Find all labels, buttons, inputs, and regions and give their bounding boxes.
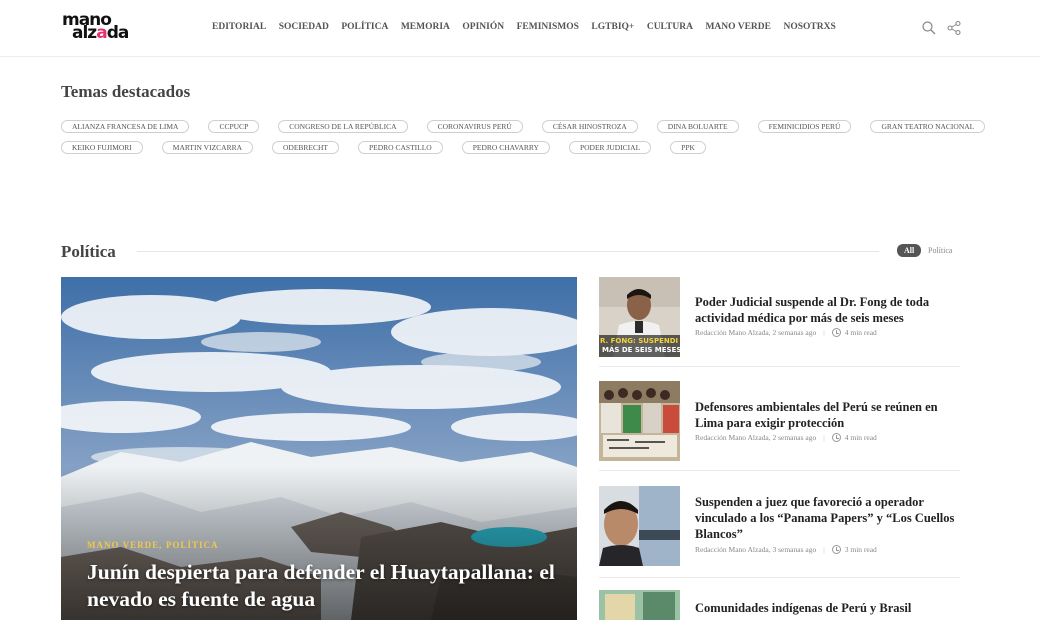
tag-cesar-hinostroza[interactable]: CÉSAR HINOSTROZA <box>541 120 638 133</box>
article-item[interactable]: R. FONG: SUSPENDI MÁS DE SEIS MESES Pode… <box>599 277 960 367</box>
share-icon[interactable] <box>946 20 962 36</box>
thumbnail-caption-line-1: R. FONG: SUSPENDI <box>600 337 679 345</box>
tag-keiko-fujimori[interactable]: KEIKO FUJIMORI <box>61 141 143 154</box>
tag-feminicidios[interactable]: FEMINICIDIOS PERÚ <box>757 120 852 133</box>
tag-pedro-chavarry[interactable]: PEDRO CHAVARRY <box>461 141 550 154</box>
nav-mano-verde[interactable]: MANO VERDE <box>705 22 771 32</box>
thumbnail-caption-line-2: MÁS DE SEIS MESES <box>602 346 680 354</box>
article-title[interactable]: Defensores ambientales del Perú se reúne… <box>695 399 957 431</box>
article-title[interactable]: Comunidades indígenas de Perú y Brasil <box>695 600 957 616</box>
article-meta: Redacción Mano Alzada, 2 semanas ago | 4 m… <box>695 328 877 337</box>
tag-odebrecht[interactable]: ODEBRECHT <box>272 141 340 154</box>
tag-row-2: KEIKO FUJIMORI MARTIN VIZCARRA ODEBRECHT… <box>61 141 961 154</box>
tag-pedro-castillo[interactable]: PEDRO CASTILLO <box>358 141 443 154</box>
article-thumbnail[interactable] <box>599 590 680 620</box>
filter-all-button[interactable]: All <box>897 244 922 257</box>
hero-category-politica[interactable]: POLÍTICA <box>166 540 219 550</box>
article-thumbnail[interactable]: R. FONG: SUSPENDI MÁS DE SEIS MESES <box>599 277 680 357</box>
nav-nosotrxs[interactable]: NOSOTRXS <box>783 22 835 32</box>
hero-category-mano-verde[interactable]: MANO VERDE <box>87 540 159 550</box>
search-icon[interactable] <box>921 20 937 36</box>
article-author-date[interactable]: Redacción Mano Alzada, 2 semanas ago <box>695 328 816 337</box>
tag-row-1: ALIANZA FRANCESA DE LIMA CCPUCP CONGRESO… <box>61 120 986 133</box>
hero-title[interactable]: Junín despierta para defender el Huaytap… <box>87 559 557 613</box>
article-title[interactable]: Poder Judicial suspende al Dr. Fong de t… <box>695 294 957 326</box>
hero-category-separator: , <box>159 540 163 550</box>
read-time: 3 min read <box>844 545 877 554</box>
site-header: mano alzada EDITORIAL SOCIEDAD POLÍTICA … <box>0 0 1040 57</box>
tag-ccpucp[interactable]: CCPUCP <box>208 120 260 133</box>
clock-icon <box>831 545 841 554</box>
tag-congreso[interactable]: CONGRESO DE LA REPÚBLICA <box>278 120 408 133</box>
nav-editorial[interactable]: EDITORIAL <box>212 22 266 32</box>
article-item[interactable]: Comunidades indígenas de Perú y Brasil <box>599 590 960 620</box>
nav-lgtbiq[interactable]: LGTBIQ+ <box>591 22 634 32</box>
tag-poder-judicial[interactable]: PODER JUDICIAL <box>568 141 652 154</box>
logo-line-2: alzada <box>72 23 129 43</box>
tag-gran-teatro[interactable]: GRAN TEATRO NACIONAL <box>870 120 986 133</box>
hero-article-card[interactable]: MANO VERDE , POLÍTICA Junín despierta pa… <box>61 277 577 620</box>
politica-section-title: Política <box>61 242 116 261</box>
nav-feminismos[interactable]: FEMINISMOS <box>517 22 579 32</box>
article-thumbnail[interactable] <box>599 381 680 461</box>
article-meta: Redacción Mano Alzada, 3 semanas ago | 3 m… <box>695 545 877 554</box>
tag-alianza-francesa[interactable]: ALIANZA FRANCESA DE LIMA <box>61 120 190 133</box>
article-title[interactable]: Suspenden a juez que favoreció a operado… <box>695 494 957 542</box>
section-divider <box>137 251 879 252</box>
nav-memoria[interactable]: MEMORIA <box>401 22 450 32</box>
tag-martin-vizcarra[interactable]: MARTIN VIZCARRA <box>161 141 254 154</box>
nav-cultura[interactable]: CULTURA <box>647 22 693 32</box>
filter-politica-button[interactable]: Política <box>928 246 952 255</box>
article-meta: Redacción Mano Alzada, 2 semanas ago | 4 m… <box>695 433 877 442</box>
nav-sociedad[interactable]: SOCIEDAD <box>279 22 329 32</box>
tag-dina-boluarte[interactable]: DINA BOLUARTE <box>656 120 739 133</box>
clock-icon <box>831 328 841 337</box>
article-item[interactable]: Defensores ambientales del Perú se reúne… <box>599 381 960 471</box>
main-nav: EDITORIAL SOCIEDAD POLÍTICA MEMORIA OPIN… <box>212 22 848 32</box>
read-time: 4 min read <box>844 433 877 442</box>
clock-icon <box>831 433 841 442</box>
article-author-date[interactable]: Redacción Mano Alzada, 2 semanas ago <box>695 433 816 442</box>
site-logo[interactable]: mano alzada <box>62 12 152 44</box>
nav-opinion[interactable]: OPINIÓN <box>462 22 504 32</box>
featured-topics-tags: ALIANZA FRANCESA DE LIMA CCPUCP CONGRESO… <box>61 120 986 162</box>
article-thumbnail[interactable] <box>599 486 680 566</box>
article-author-date[interactable]: Redacción Mano Alzada, 3 semanas ago <box>695 545 816 554</box>
tag-ppk[interactable]: PPK <box>670 141 706 154</box>
read-time: 4 min read <box>844 328 877 337</box>
nav-politica[interactable]: POLÍTICA <box>341 22 388 32</box>
tag-coronavirus[interactable]: CORONAVIRUS PERÚ <box>426 120 523 133</box>
featured-topics-title: Temas destacados <box>61 82 191 101</box>
article-item[interactable]: Suspenden a juez que favoreció a operado… <box>599 486 960 578</box>
